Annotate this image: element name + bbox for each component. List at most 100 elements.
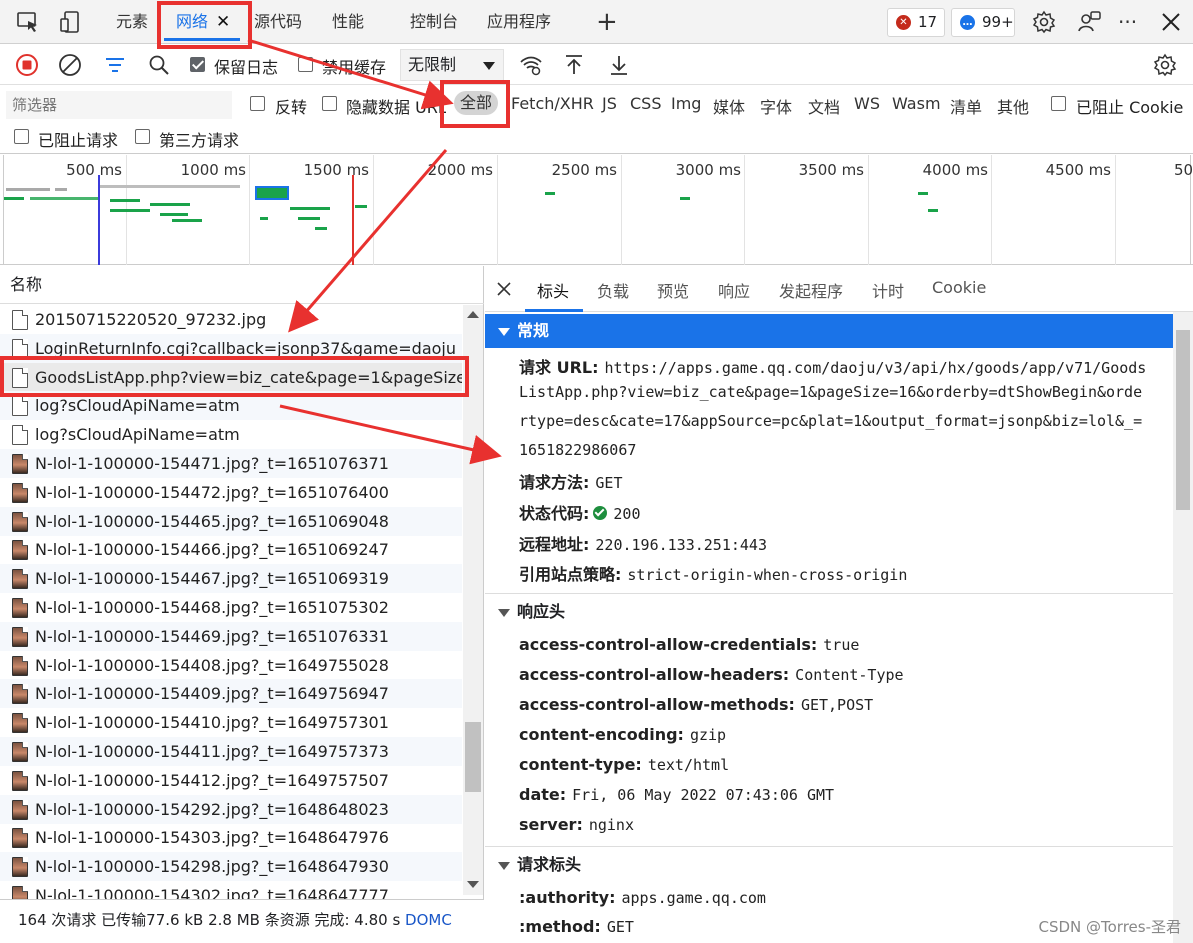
close-devtools-icon[interactable]: [1159, 10, 1183, 34]
filter-type-ws[interactable]: WS: [854, 94, 880, 113]
filter-type-media[interactable]: 媒体: [713, 94, 745, 118]
throttling-select[interactable]: 无限制: [400, 49, 504, 81]
header-value: GET,POST: [800, 696, 874, 714]
network-overview[interactable]: 500 ms 1000 ms 1500 ms 2000 ms 2500 ms 3…: [0, 155, 1193, 265]
disable-cache-checkbox[interactable]: [298, 57, 313, 72]
request-row[interactable]: N-lol-1-100000-154468.jpg?_t=1651075302: [0, 593, 462, 622]
filter-input[interactable]: [6, 91, 232, 119]
tab-sources[interactable]: 源代码: [254, 0, 302, 44]
request-name: log?sCloudApiName=atm: [35, 425, 240, 445]
request-row[interactable]: N-lol-1-100000-154469.jpg?_t=1651076331: [0, 621, 462, 651]
filter-type-font[interactable]: 字体: [760, 94, 792, 118]
header-row: content-type: text/html: [519, 755, 729, 774]
tab-response[interactable]: 响应: [718, 278, 750, 302]
image-icon: [12, 655, 28, 676]
annotation-box-all-filter: [440, 80, 510, 128]
network-settings-icon[interactable]: [1153, 53, 1177, 77]
preserve-log-checkbox[interactable]: [190, 57, 205, 72]
request-name: N-lol-1-100000-154292.jpg?_t=1648648023: [35, 799, 389, 819]
tab-application[interactable]: 应用程序: [487, 0, 551, 44]
request-row[interactable]: N-lol-1-100000-154466.jpg?_t=1651069247: [0, 535, 462, 564]
search-icon[interactable]: [147, 53, 171, 77]
blocked-requests-checkbox[interactable]: [14, 129, 29, 144]
inspect-element-icon[interactable]: [16, 10, 40, 34]
request-row[interactable]: N-lol-1-100000-154411.jpg?_t=1649757373: [0, 737, 462, 766]
request-row[interactable]: N-lol-1-100000-154467.jpg?_t=1651069319: [0, 564, 462, 594]
errors-badge[interactable]: ✕ 17: [887, 8, 945, 37]
request-url-line: ListApp.php?view=biz_cate&page=1&pageSiz…: [519, 383, 1143, 401]
response-headers-section-header[interactable]: 响应头: [485, 595, 1173, 629]
overview-gridline: [249, 155, 250, 265]
overview-bar: [100, 185, 240, 188]
overview-bar: [55, 188, 67, 191]
record-stop-icon[interactable]: [15, 53, 39, 77]
scrollbar-thumb[interactable]: [465, 722, 481, 792]
load-event-marker: [352, 175, 354, 265]
filter-type-js[interactable]: JS: [602, 94, 617, 113]
request-name: N-lol-1-100000-154298.jpg?_t=1648647930: [35, 857, 389, 877]
request-row[interactable]: log?sCloudApiName=atm: [0, 420, 462, 449]
tab-payload[interactable]: 负载: [597, 278, 629, 302]
tab-preview[interactable]: 预览: [657, 278, 689, 302]
tab-console[interactable]: 控制台: [410, 0, 458, 44]
import-har-icon[interactable]: [562, 53, 586, 77]
request-row[interactable]: N-lol-1-100000-154472.jpg?_t=1651076400: [0, 478, 462, 507]
more-options-icon[interactable]: ···: [1118, 0, 1137, 44]
tab-cookie[interactable]: Cookie: [932, 278, 986, 297]
overview-tick: 2500 ms: [551, 161, 617, 179]
add-tab-icon[interactable]: +: [596, 0, 618, 44]
messages-badge[interactable]: … 99+: [951, 8, 1015, 37]
request-row[interactable]: N-lol-1-100000-154412.jpg?_t=1649757507: [0, 766, 462, 795]
request-row[interactable]: N-lol-1-100000-154465.jpg?_t=1651069048: [0, 506, 462, 536]
header-row: date: Fri, 06 May 2022 07:43:06 GMT: [519, 785, 834, 804]
device-emulation-icon[interactable]: [58, 10, 82, 34]
clear-icon[interactable]: [58, 53, 82, 77]
overview-tick: 1000 ms: [180, 161, 246, 179]
request-row[interactable]: N-lol-1-100000-154303.jpg?_t=1648647976: [0, 823, 462, 852]
scroll-up-icon[interactable]: [467, 311, 479, 318]
overview-bar: [6, 188, 50, 191]
tab-headers[interactable]: 标头: [537, 278, 569, 302]
third-party-checkbox[interactable]: [135, 129, 150, 144]
network-conditions-icon[interactable]: [519, 53, 543, 77]
detail-scrollbar[interactable]: [1173, 312, 1193, 943]
request-row[interactable]: 20150715220520_97232.jpg: [0, 305, 462, 334]
request-row[interactable]: N-lol-1-100000-154408.jpg?_t=1649755028: [0, 651, 462, 680]
request-row[interactable]: N-lol-1-100000-154409.jpg?_t=1649756947: [0, 679, 462, 709]
filter-type-other[interactable]: 其他: [997, 94, 1029, 118]
request-row[interactable]: N-lol-1-100000-154298.jpg?_t=1648647930: [0, 852, 462, 882]
message-icon: …: [960, 15, 975, 30]
scrollbar-thumb[interactable]: [1176, 330, 1190, 510]
request-row[interactable]: N-lol-1-100000-154471.jpg?_t=1651076371: [0, 449, 462, 478]
name-column-header[interactable]: 名称: [0, 266, 484, 304]
tab-timing[interactable]: 计时: [872, 278, 904, 302]
settings-gear-icon[interactable]: [1032, 10, 1056, 34]
filter-type-fetch-xhr[interactable]: Fetch/XHR: [511, 94, 594, 113]
image-icon: [12, 770, 28, 791]
filter-icon[interactable]: [103, 53, 127, 77]
filter-type-doc[interactable]: 文档: [808, 94, 840, 118]
general-title: 常规: [517, 321, 550, 340]
filter-type-manifest[interactable]: 清单: [950, 94, 982, 118]
scroll-down-icon[interactable]: [467, 881, 479, 888]
export-har-icon[interactable]: [607, 53, 631, 77]
request-row[interactable]: N-lol-1-100000-154292.jpg?_t=1648648023: [0, 794, 462, 824]
image-icon: [12, 626, 28, 647]
invert-checkbox[interactable]: [250, 96, 265, 111]
blocked-cookies-checkbox[interactable]: [1051, 96, 1066, 111]
tab-initiator[interactable]: 发起程序: [779, 278, 843, 302]
hide-data-urls-checkbox[interactable]: [322, 96, 337, 111]
user-feedback-icon[interactable]: [1078, 10, 1102, 34]
tab-elements[interactable]: 元素: [116, 0, 148, 44]
filter-type-css[interactable]: CSS: [630, 94, 661, 113]
messages-count: 99+: [982, 13, 1014, 31]
request-headers-section-header[interactable]: 请求标头: [485, 848, 1173, 882]
request-row[interactable]: N-lol-1-100000-154410.jpg?_t=1649757301: [0, 708, 462, 737]
close-detail-icon[interactable]: [497, 282, 511, 296]
overview-bar: [680, 197, 690, 200]
filter-type-wasm[interactable]: Wasm: [892, 94, 941, 113]
tab-performance[interactable]: 性能: [332, 0, 364, 44]
domcontentloaded-link[interactable]: DOMC: [405, 911, 452, 929]
general-section-header[interactable]: 常规: [485, 314, 1173, 348]
filter-type-img[interactable]: Img: [671, 94, 701, 113]
